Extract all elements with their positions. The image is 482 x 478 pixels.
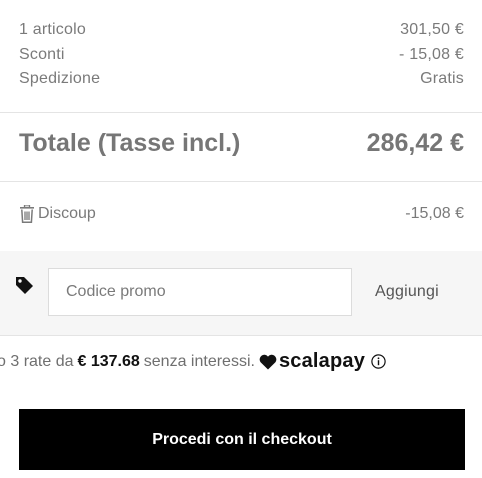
total-label: Totale (Tasse incl.) xyxy=(19,129,241,157)
summary-row-shipping: Spedizione Gratis xyxy=(19,67,464,92)
discounts-value: - 15,08 € xyxy=(399,45,464,63)
remove-discount-button[interactable]: Discoup xyxy=(19,205,96,223)
divider xyxy=(0,335,482,336)
trash-icon[interactable] xyxy=(19,205,35,223)
discount-amount: -15,08 € xyxy=(405,205,464,222)
summary-row-discounts: Sconti - 15,08 € xyxy=(19,43,464,68)
total-row: Totale (Tasse incl.) 286,42 € xyxy=(19,129,464,158)
checkout-button[interactable]: Procedi con il checkout xyxy=(19,409,465,470)
info-icon[interactable] xyxy=(371,354,386,369)
apply-promo-button[interactable]: Aggiungi xyxy=(375,283,439,301)
heart-icon xyxy=(259,354,277,369)
discounts-label: Sconti xyxy=(19,45,65,63)
divider xyxy=(0,181,482,182)
shipping-label: Spedizione xyxy=(19,70,101,87)
applied-discount-row: Discoup -15,08 € xyxy=(19,205,464,223)
scalapay-brand: scalapay xyxy=(278,350,366,372)
total-value: 286,42 € xyxy=(366,129,464,157)
scalapay-suffix: senza interessi. xyxy=(143,352,255,370)
items-label: 1 articolo xyxy=(19,21,86,38)
scalapay-banner: o 3 rate da € 137.68 senza interessi. sc… xyxy=(0,350,386,373)
scalapay-prefix: o 3 rate da xyxy=(0,352,74,370)
discount-code: Discoup xyxy=(38,205,96,222)
tag-icon xyxy=(16,277,33,294)
promo-code-input[interactable] xyxy=(48,268,352,316)
shipping-value: Gratis xyxy=(420,70,464,87)
items-value: 301,50 € xyxy=(400,21,464,38)
scalapay-amount: € 137.68 xyxy=(77,352,140,370)
order-summary: 1 articolo 301,50 € Sconti - 15,08 € Spe… xyxy=(19,18,464,92)
scalapay-logo: scalapay xyxy=(259,350,365,373)
summary-row-items: 1 articolo 301,50 € xyxy=(19,18,464,43)
divider xyxy=(0,112,482,113)
